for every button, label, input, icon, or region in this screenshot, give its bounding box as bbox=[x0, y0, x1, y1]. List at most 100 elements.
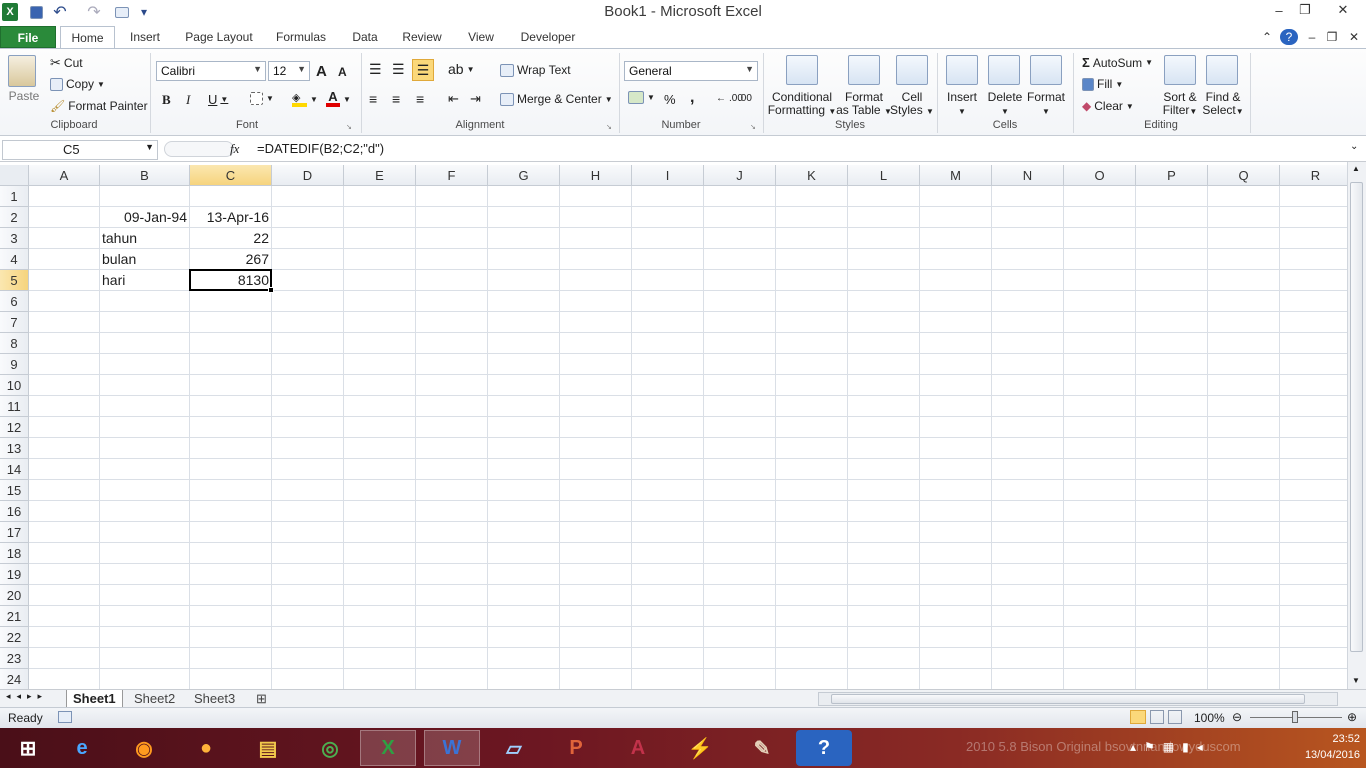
expand-formula-bar-icon[interactable]: ⌄ bbox=[1350, 141, 1358, 152]
row-header-15[interactable]: 15 bbox=[0, 480, 29, 501]
row-header-20[interactable]: 20 bbox=[0, 585, 29, 606]
row-header-9[interactable]: 9 bbox=[0, 354, 29, 375]
format-cells-icon[interactable] bbox=[1030, 55, 1062, 88]
format-as-table-button[interactable]: Format as Table ▼ bbox=[836, 91, 892, 118]
insert-sheet-icon[interactable]: ⊞ bbox=[250, 690, 273, 708]
percent-button[interactable]: % bbox=[664, 92, 676, 107]
align-top-button[interactable]: ☰ bbox=[369, 61, 382, 78]
formula-bar-splitter[interactable] bbox=[164, 141, 234, 157]
fill-button[interactable]: Fill ▼ bbox=[1082, 77, 1123, 91]
column-header-b[interactable]: B bbox=[100, 165, 190, 186]
wrap-text-button[interactable]: Wrap Text bbox=[500, 63, 571, 77]
horizontal-scrollbar[interactable] bbox=[818, 692, 1338, 706]
name-box[interactable]: C5 ▼ bbox=[2, 140, 158, 160]
shrink-font-button[interactable]: A bbox=[338, 65, 347, 79]
clock-time[interactable]: 23:52 bbox=[1300, 733, 1360, 745]
paste-button[interactable]: Paste bbox=[6, 90, 42, 103]
copy-button[interactable]: Copy ▼ bbox=[50, 77, 105, 91]
insert-cells-button[interactable]: Insert ▼ bbox=[940, 91, 984, 118]
column-header-c[interactable]: C bbox=[190, 165, 272, 186]
font-name-select[interactable]: Calibri ▼ bbox=[156, 61, 266, 81]
decrease-decimal-button[interactable]: .00 bbox=[738, 93, 752, 104]
cell-b3[interactable]: tahun bbox=[100, 228, 189, 249]
cell-styles-icon[interactable] bbox=[896, 55, 928, 88]
cell-styles-button[interactable]: Cell Styles ▼ bbox=[890, 91, 934, 118]
tab-home[interactable]: Home bbox=[60, 26, 115, 49]
row-header-1[interactable]: 1 bbox=[0, 186, 29, 207]
column-header-p[interactable]: P bbox=[1136, 165, 1208, 186]
align-left-button[interactable]: ≡ bbox=[369, 91, 377, 107]
column-header-d[interactable]: D bbox=[272, 165, 344, 186]
row-header-21[interactable]: 21 bbox=[0, 606, 29, 627]
row-header-2[interactable]: 2 bbox=[0, 207, 29, 228]
sheet-tab-sheet3[interactable]: Sheet3 bbox=[188, 690, 241, 708]
sort-filter-icon[interactable] bbox=[1164, 55, 1196, 88]
row-header-16[interactable]: 16 bbox=[0, 501, 29, 522]
align-bottom-button[interactable]: ☰ bbox=[412, 59, 434, 81]
font-size-select[interactable]: 12 ▼ bbox=[268, 61, 310, 81]
firefox-icon[interactable]: ◉ bbox=[116, 730, 172, 766]
row-header-8[interactable]: 8 bbox=[0, 333, 29, 354]
sheet-tab-sheet1[interactable]: Sheet1 bbox=[66, 690, 123, 708]
sheet-tab-sheet2[interactable]: Sheet2 bbox=[128, 690, 181, 708]
scroll-down-icon[interactable]: ▼ bbox=[1352, 676, 1360, 685]
row-header-10[interactable]: 10 bbox=[0, 375, 29, 396]
tab-insert[interactable]: Insert bbox=[122, 26, 168, 48]
align-center-button[interactable]: ≡ bbox=[392, 91, 400, 107]
paint-icon[interactable]: ✎ bbox=[734, 730, 790, 766]
workbook-restore-icon[interactable]: ❐ bbox=[1324, 26, 1340, 48]
cell-c3[interactable]: 22 bbox=[190, 228, 271, 249]
select-all-button[interactable] bbox=[0, 165, 29, 186]
normal-view-icon[interactable] bbox=[1130, 710, 1146, 724]
paste-icon[interactable] bbox=[8, 55, 42, 89]
align-middle-button[interactable]: ☰ bbox=[392, 61, 405, 78]
row-header-5[interactable]: 5 bbox=[0, 270, 29, 291]
column-header-f[interactable]: F bbox=[416, 165, 488, 186]
powerpoint-icon[interactable]: P bbox=[548, 730, 604, 766]
fill-color-button[interactable]: ◈ ▼ bbox=[292, 91, 318, 107]
comma-button[interactable]: , bbox=[690, 89, 694, 107]
row-header-11[interactable]: 11 bbox=[0, 396, 29, 417]
column-header-a[interactable]: A bbox=[29, 165, 100, 186]
insert-cells-icon[interactable] bbox=[946, 55, 978, 88]
tray-icons[interactable]: ▴⚑▦▮◂ bbox=[1130, 740, 1211, 754]
merge-center-button[interactable]: Merge & Center ▼ bbox=[500, 92, 613, 106]
orientation-button[interactable]: ab ▼ bbox=[448, 61, 475, 77]
row-header-14[interactable]: 14 bbox=[0, 459, 29, 480]
column-header-h[interactable]: H bbox=[560, 165, 632, 186]
align-right-button[interactable]: ≡ bbox=[416, 91, 424, 107]
notepad-icon[interactable]: ▱ bbox=[486, 730, 542, 766]
tab-file[interactable]: File bbox=[0, 26, 56, 48]
row-header-23[interactable]: 23 bbox=[0, 648, 29, 669]
accounting-format-button[interactable]: ▼ bbox=[628, 91, 655, 104]
winrar-icon[interactable]: ⚡ bbox=[672, 730, 728, 766]
font-color-button[interactable]: A ▼ bbox=[326, 90, 351, 107]
formula-input[interactable]: =DATEDIF(B2;C2;"d") bbox=[250, 140, 1350, 160]
format-painter-button[interactable]: 🖌 Format Painter bbox=[50, 99, 148, 113]
sort-filter-button[interactable]: Sort & Filter▼ bbox=[1158, 91, 1202, 118]
word-taskbar-icon[interactable]: W bbox=[424, 730, 480, 766]
worksheet-grid[interactable]: ABCDEFGHIJKLMNOPQR 1 2 3 4 5 6 7 8 9 10 11 12 13 14 15… bbox=[0, 165, 1347, 689]
borders-button[interactable]: ▼ bbox=[250, 92, 274, 105]
tab-formulas[interactable]: Formulas bbox=[270, 26, 332, 48]
cell-b2[interactable]: 09-Jan-94 bbox=[100, 207, 189, 228]
zoom-level[interactable]: 100% bbox=[1194, 711, 1225, 725]
find-select-icon[interactable] bbox=[1206, 55, 1238, 88]
tab-data[interactable]: Data bbox=[344, 26, 386, 48]
close-button[interactable]: ✕ bbox=[1320, 0, 1366, 20]
chrome-icon[interactable]: ◎ bbox=[302, 730, 358, 766]
delete-cells-icon[interactable] bbox=[988, 55, 1020, 88]
restore-button[interactable]: ❐ bbox=[1290, 0, 1320, 20]
clear-button[interactable]: ◆ Clear ▼ bbox=[1082, 99, 1134, 113]
cell-b4[interactable]: bulan bbox=[100, 249, 189, 270]
page-layout-view-icon[interactable] bbox=[1150, 710, 1164, 724]
row-header-22[interactable]: 22 bbox=[0, 627, 29, 648]
cell-b5[interactable]: hari bbox=[100, 270, 189, 291]
start-button[interactable]: ⊞ bbox=[0, 730, 56, 766]
access-icon[interactable]: A bbox=[610, 730, 666, 766]
zoom-slider-thumb[interactable] bbox=[1292, 711, 1298, 723]
vertical-scroll-thumb[interactable] bbox=[1350, 182, 1363, 652]
file-explorer-icon[interactable]: ▤ bbox=[240, 730, 296, 766]
horizontal-scroll-thumb[interactable] bbox=[831, 694, 1305, 704]
row-header-13[interactable]: 13 bbox=[0, 438, 29, 459]
